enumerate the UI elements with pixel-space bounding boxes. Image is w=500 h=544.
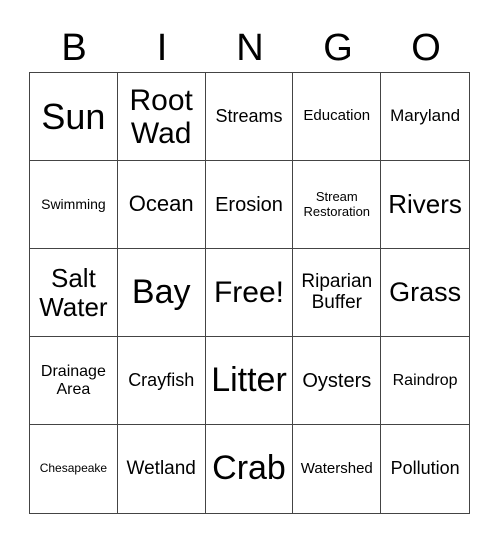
header-letter-i: I: [156, 27, 168, 69]
bingo-cell[interactable]: Bay: [117, 249, 206, 337]
header-letter-b: B: [61, 27, 87, 69]
bingo-cell-label: Crayfish: [128, 369, 195, 390]
bingo-cell[interactable]: Oysters: [293, 337, 382, 425]
bingo-cell-label: Oysters: [302, 369, 372, 392]
bingo-cell-label: Ocean: [128, 191, 194, 217]
bingo-cell[interactable]: Watershed: [293, 425, 382, 513]
bingo-header: B I N G O: [30, 26, 470, 70]
bingo-cell-label: Chesapeake: [39, 461, 108, 476]
bingo-cell-label: Raindrop: [392, 371, 458, 389]
bingo-cell-label: Sun: [41, 95, 106, 137]
header-letter-g: G: [323, 27, 353, 69]
bingo-cell-label: Root Wad: [129, 83, 193, 150]
bingo-cell-label: Streams: [215, 105, 283, 126]
bingo-cell-label: Salt Water: [39, 262, 108, 322]
bingo-cell[interactable]: Free!: [205, 249, 294, 337]
bingo-cell[interactable]: Grass: [381, 249, 469, 337]
bingo-cell-label: Wetland: [126, 457, 196, 479]
header-letter-o: O: [411, 27, 441, 69]
bingo-cell[interactable]: Crayfish: [117, 337, 206, 425]
bingo-cell[interactable]: Salt Water: [30, 249, 118, 337]
bingo-cell-label: Education: [303, 107, 371, 125]
bingo-cell-label: Crab: [212, 449, 286, 488]
bingo-cell[interactable]: Raindrop: [381, 337, 469, 425]
bingo-cell-label: Maryland: [390, 106, 461, 126]
bingo-cell-label: Watershed: [300, 459, 373, 477]
bingo-cell[interactable]: Drainage Area: [30, 337, 118, 425]
bingo-grid: Sun Root Wad Streams Education Maryland Swimm…: [29, 72, 470, 514]
bingo-cell[interactable]: Rivers: [381, 161, 469, 249]
bingo-cell-label: Bay: [131, 272, 191, 311]
bingo-cell-label: Stream Restoration: [303, 189, 371, 219]
bingo-cell-label: Pollution: [390, 458, 460, 479]
bingo-cell[interactable]: Sun: [30, 73, 118, 161]
bingo-cell[interactable]: Crab: [206, 425, 294, 513]
bingo-cell-label: Swimming: [41, 195, 106, 212]
bingo-cell-label: Erosion: [215, 193, 283, 216]
bingo-cell[interactable]: Maryland: [381, 73, 469, 161]
bingo-cell[interactable]: Chesapeake: [30, 425, 118, 513]
bingo-cell[interactable]: Erosion: [205, 161, 294, 249]
header-letter-n: N: [236, 27, 264, 69]
bingo-cell[interactable]: Litter: [205, 337, 294, 425]
bingo-cell-label: Riparian Buffer: [301, 270, 373, 313]
bingo-cell[interactable]: Swimming: [30, 161, 118, 249]
bingo-cell-label: Free!: [213, 276, 284, 309]
bingo-cell-label: Grass: [389, 276, 462, 307]
bingo-cell-label: Drainage Area: [40, 362, 106, 398]
bingo-cell[interactable]: Stream Restoration: [293, 161, 382, 249]
bingo-cell-label: Litter: [211, 360, 287, 399]
bingo-cell[interactable]: Ocean: [117, 161, 206, 249]
bingo-cell[interactable]: Streams: [205, 73, 294, 161]
bingo-cell[interactable]: Pollution: [381, 425, 469, 513]
bingo-cell[interactable]: Education: [293, 73, 382, 161]
bingo-cell[interactable]: Root Wad: [117, 73, 206, 161]
bingo-cell[interactable]: Wetland: [118, 425, 206, 513]
bingo-cell-label: Rivers: [388, 189, 462, 220]
bingo-cell[interactable]: Riparian Buffer: [293, 249, 382, 337]
